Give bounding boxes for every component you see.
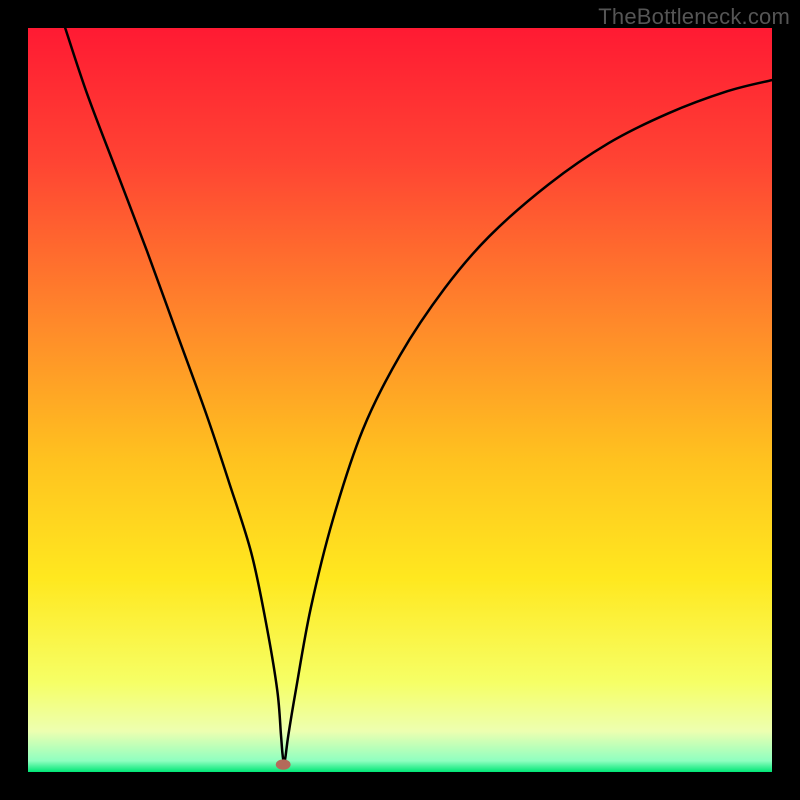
watermark-text: TheBottleneck.com <box>598 4 790 30</box>
chart-svg <box>28 28 772 772</box>
plot-area <box>28 28 772 772</box>
optimal-point-marker <box>276 759 291 769</box>
chart-frame: TheBottleneck.com <box>0 0 800 800</box>
gradient-background <box>28 28 772 772</box>
